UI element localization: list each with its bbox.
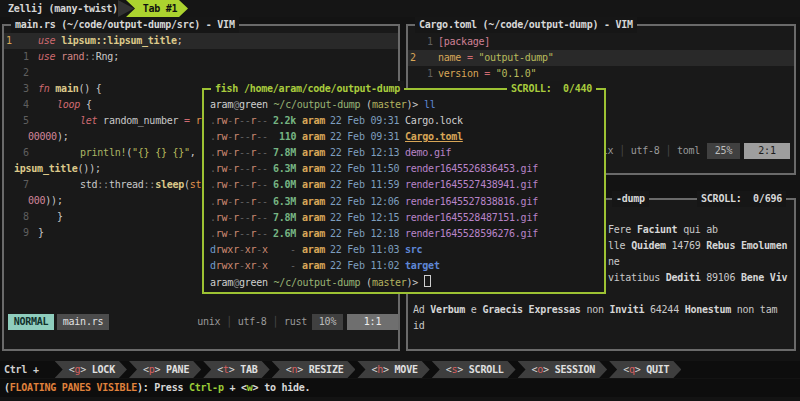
tab-bar: Zellij (many-twist) Tab #1 <box>0 0 800 17</box>
separator: │ <box>220 316 237 327</box>
vim-pos-main: 1:1 <box>347 314 398 330</box>
pane-output-title: -dump <box>612 191 649 207</box>
vim-status-main: unix │ utf-8 │ rust <box>197 314 307 330</box>
vim-file-main: main.rs <box>57 314 109 330</box>
hint-key-ctrl-p: Ctrl-p <box>189 382 224 393</box>
hint-warning: FLOATING PANES VISIBLE <box>10 382 137 393</box>
hint-press: Press <box>154 382 189 393</box>
ribbon-item-tab[interactable]: <t> TAB <box>203 361 269 378</box>
vim-pct-cargo: 25% <box>707 143 740 159</box>
pane-output-scroll: SCROLL: 0/696 <box>697 191 786 207</box>
filetype: rust <box>284 316 307 327</box>
ribbon-prefix: Ctrl + <box>4 361 39 378</box>
floating-pane-fish[interactable]: fish /home/aram/code/output-dump SCROLL:… <box>202 88 606 294</box>
filetype: toml <box>677 145 700 156</box>
pane-main-title: main.rs (~/code/output-dump/src) - VIM <box>11 17 239 33</box>
ribbon-item-resize[interactable]: <n> RESIZE <box>272 361 356 378</box>
hint-suffix: to hide. <box>264 382 310 393</box>
hint-angle-close: > <box>253 382 265 393</box>
ribbon-item-pane[interactable]: <p> PANE <box>129 361 201 378</box>
separator: │ <box>660 145 677 156</box>
encoding: utf-8 <box>238 316 267 327</box>
encoding: utf-8 <box>631 145 660 156</box>
vim-mode-main: NORMAL <box>8 314 54 330</box>
float-pane-title: fish /home/aram/code/output-dump <box>211 81 404 97</box>
zellij-screen: Zellij (many-twist) Tab #1 main.rs (~/co… <box>0 0 800 401</box>
floating-panes-hint: (FLOATING PANES VISIBLE): Press Ctrl-p +… <box>0 379 800 397</box>
fileformat: unix <box>197 316 220 327</box>
hint-close: ): <box>137 382 154 393</box>
ribbon-item-session[interactable]: <o> SESSION <box>518 361 608 378</box>
pane-cargo-title: Cargo.toml (~/code/output-dump) - VIM <box>415 17 637 33</box>
ribbon-item-move[interactable]: <h> MOVE <box>357 361 429 378</box>
separator: │ <box>267 316 284 327</box>
float-pane-scroll: SCROLL: 0/440 <box>507 81 596 97</box>
separator: │ <box>613 145 630 156</box>
vim-pos-cargo: 2:1 <box>744 143 790 159</box>
vim-pct-main: 10% <box>312 314 343 330</box>
session-name: Zellij (many-twist) <box>8 0 118 17</box>
ribbon-item-quit[interactable]: <q> QUIT <box>609 361 681 378</box>
vim-status-cargo: unix │ utf-8 │ toml <box>590 143 700 159</box>
ribbon-item-scroll[interactable]: <s> SCROLL <box>432 361 516 378</box>
ribbon-item-lock[interactable]: <g> LOCK <box>55 361 127 378</box>
tab-1[interactable]: Tab #1 <box>126 0 188 17</box>
hint-plus: + <box>224 382 241 393</box>
keybind-ribbon: Ctrl + <g> LOCK<p> PANE<t> TAB<n> RESIZE… <box>0 361 800 378</box>
